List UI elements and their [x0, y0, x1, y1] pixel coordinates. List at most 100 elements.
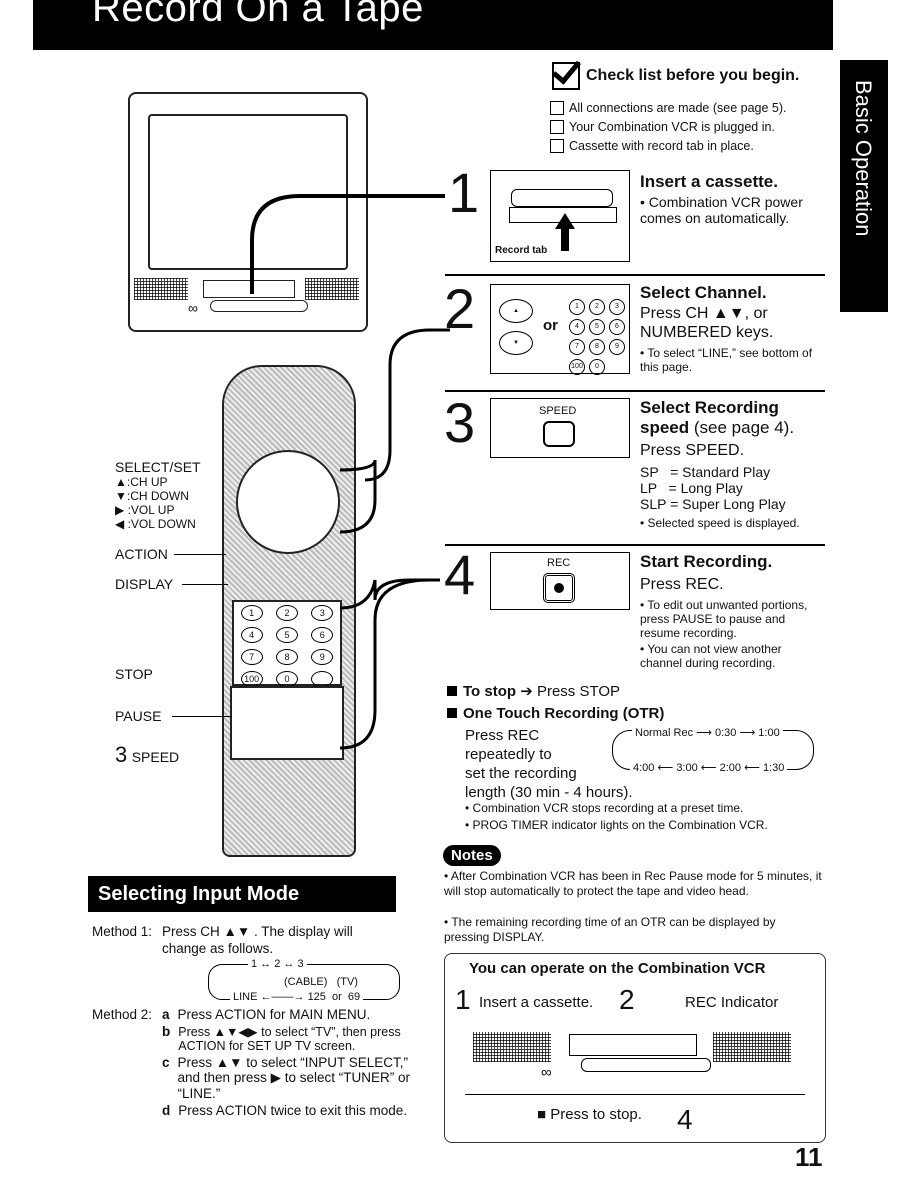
arrow-up-icon	[555, 213, 575, 229]
vcr-step-number: 1	[455, 984, 471, 1015]
otr-text: Press REC repeatedly to set the recordin…	[465, 726, 633, 802]
record-tab-label: Record tab	[495, 245, 548, 256]
step-text: Press ▲▼◀▶ to select “TV”, then press AC…	[178, 1025, 401, 1053]
checkbox-icon[interactable]	[550, 139, 564, 153]
step-title: Start Recording.	[640, 552, 773, 571]
speed-option: SLP = Super Long Play	[640, 496, 786, 512]
notes-badge: Notes	[443, 845, 501, 866]
checkbox-icon[interactable]	[550, 101, 564, 115]
speed-label-text: SPEED	[131, 749, 180, 765]
step-bullet-text: To edit out unwanted portions, press PAU…	[640, 598, 808, 640]
step-bullet-text: Combination VCR power comes on automatic…	[640, 194, 803, 226]
step-text: Press REC.	[640, 576, 724, 593]
to-stop-rest: Press STOP	[532, 683, 621, 700]
keypad-key-icon: 3	[609, 299, 625, 315]
otr-text-line: set the recording	[465, 765, 577, 782]
speed-label: 3 SPEED	[115, 742, 179, 768]
step-bullet: • To edit out unwanted portions, press P…	[640, 598, 808, 640]
otr-text-line: Press REC	[465, 727, 540, 744]
otr-cycle-step: 4:00	[633, 762, 655, 774]
otr-bullet: • Combination VCR stops recording at a p…	[465, 801, 744, 815]
otr-cycle-bottom: 4:00 ⟵ 3:00 ⟵ 2:00 ⟵ 1:30	[630, 761, 788, 774]
cassette-illustration: Record tab	[490, 170, 630, 262]
pause-leader	[172, 716, 232, 717]
checkbox-icon[interactable]	[550, 120, 564, 134]
arrow-right-icon: ➔	[520, 683, 533, 700]
method2-step: d Press ACTION twice to exit this mode.	[162, 1103, 412, 1118]
step-letter: c	[162, 1055, 170, 1070]
keypad-key-icon: 8	[589, 339, 605, 355]
input-cycle-mid: (CABLE) (TV)	[284, 976, 358, 988]
page-number: 11	[795, 1142, 823, 1172]
otr-cycle-top: Normal Rec ⟶ 0:30 ⟶ 1:00	[632, 726, 783, 739]
step-bullet: • To select “LINE,” see bottom of this p…	[640, 346, 813, 374]
tv-button-panel	[210, 300, 308, 312]
remote-number-key: 100	[240, 671, 263, 687]
method1-label: Method 1:	[92, 924, 153, 939]
otr-text-line: length (30 min - 4 hours).	[465, 784, 633, 801]
vcr-base	[465, 1070, 805, 1095]
remote-dpad-icon	[236, 450, 340, 554]
step-title-bold: speed	[640, 418, 690, 437]
otr-text-line: repeatedly to	[465, 746, 552, 763]
cassette-icon	[511, 189, 613, 207]
speed-step-number: 3	[115, 742, 128, 767]
checklist-item[interactable]: All connections are made (see page 5).	[550, 101, 787, 115]
display-label: DISPLAY	[115, 576, 174, 592]
vcr-step-number: 4	[677, 1104, 693, 1135]
step-title-rest: (see page 4).	[689, 418, 795, 437]
speed-option: SP = Standard Play	[640, 464, 771, 480]
vcr-cassette-slot	[569, 1034, 697, 1056]
otr-cycle-step: Normal Rec	[635, 727, 694, 739]
keypad-key-icon: 9	[609, 339, 625, 355]
step-bullet: • Selected speed is displayed.	[640, 516, 800, 530]
remote-number-key: 7	[240, 649, 263, 665]
step-text: NUMBERED keys.	[640, 324, 774, 341]
checkmark-icon	[552, 62, 580, 90]
vcr-box-title: You can operate on the Combination VCR	[469, 960, 766, 977]
to-stop-bold: To stop	[463, 683, 517, 700]
channel-keys-illustration: ▲ ▼ or 1 2 3 4 5 6 7 8 9 100 0	[490, 284, 630, 375]
note-item: • After Combination VCR has been in Rec …	[444, 869, 822, 898]
action-leader	[174, 554, 226, 555]
step-title-line2: speed (see page 4).	[640, 418, 794, 438]
keypad-key-icon: 5	[589, 319, 605, 335]
vol-up-label: ▶ :VOL UP	[115, 503, 175, 517]
step-title: Select Channel.	[640, 283, 767, 302]
step-title: Insert a cassette.	[640, 172, 778, 191]
speed-button-illustration: SPEED	[490, 398, 630, 458]
leader-line-step1	[250, 194, 445, 294]
rec-button-illustration: REC	[490, 552, 630, 610]
keypad-key-icon: 7	[569, 339, 585, 355]
checklist-item[interactable]: Cassette with record tab in place.	[550, 139, 754, 153]
checklist-item[interactable]: Your Combination VCR is plugged in.	[550, 120, 775, 134]
vol-down-label: ◀ :VOL DOWN	[115, 517, 196, 531]
keypad-key-icon: 1	[569, 299, 585, 315]
numbered-keypad: 1 2 3 4 5 6 7 8 9 100 0	[569, 299, 627, 375]
step-text: Press ▲▼ to select “INPUT SELECT,” and t…	[177, 1055, 410, 1101]
step-bullet-text: You can not view another channel during …	[640, 642, 782, 670]
otr-cycle-step: 3:00	[676, 762, 698, 774]
otr-cycle-step: 0:30	[714, 727, 737, 739]
step-letter: d	[162, 1103, 171, 1118]
otr-bullet-text: PROG TIMER indicator lights on the Combi…	[472, 818, 768, 832]
checklist-item-label: Cassette with record tab in place.	[569, 139, 754, 153]
step-bullet-text: Selected speed is displayed.	[647, 516, 800, 530]
step-letter: b	[162, 1024, 171, 1039]
action-label: ACTION	[115, 546, 168, 562]
remote-number-key: 2	[275, 605, 298, 621]
method2-step: b Press ▲▼◀▶ to select “TV”, then press A…	[162, 1024, 412, 1053]
step-bullet: • Combination VCR power comes on automat…	[640, 194, 803, 226]
speed-option: LP = Long Play	[640, 480, 743, 496]
remote-leader-lines	[339, 328, 450, 750]
vcr-step-number: 2	[619, 984, 635, 1015]
input-cycle-top: 1 ↔ 2 ↔ 3	[248, 958, 307, 970]
remote-number-key: 8	[275, 649, 298, 665]
page-title: Record On a Tape	[92, 0, 424, 30]
otr-bullet-text: Combination VCR stops recording at a pre…	[472, 801, 744, 815]
or-label: or	[543, 317, 558, 334]
keypad-key-icon: 4	[569, 319, 585, 335]
rec-indicator-label: REC Indicator	[685, 994, 779, 1011]
ch-down-label: ▼:CH DOWN	[115, 489, 189, 503]
otr-cycle-step: 2:00	[719, 762, 742, 774]
